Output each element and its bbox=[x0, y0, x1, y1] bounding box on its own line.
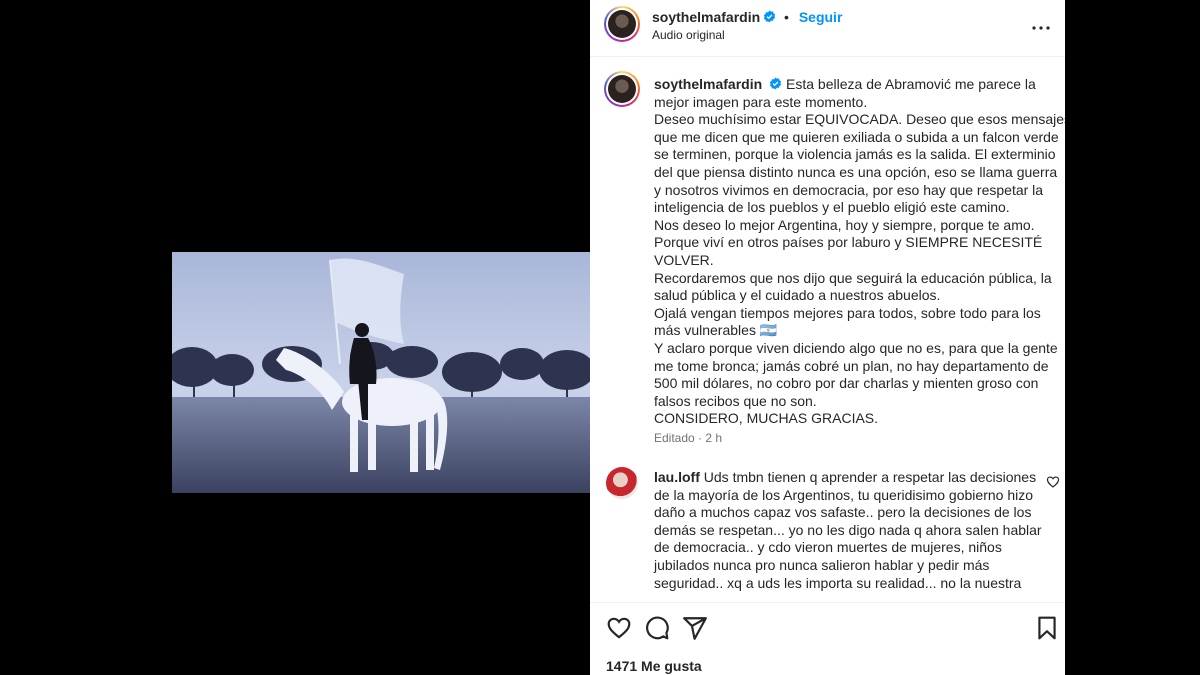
right-backdrop bbox=[1065, 0, 1200, 675]
media-area bbox=[0, 0, 590, 675]
caption-line: Porque viví en otros países por laburo y… bbox=[654, 234, 1043, 251]
caption-line: Nos deseo lo mejor Argentina, hoy y siem… bbox=[654, 216, 1035, 233]
comment-like-heart-icon[interactable] bbox=[1046, 475, 1060, 489]
caption-meta-edited-time: Editado · 2 h bbox=[654, 431, 723, 445]
caption-line: soythelmafardin Esta belleza de Abramovi… bbox=[654, 76, 1049, 94]
caption-username[interactable]: soythelmafardin bbox=[654, 76, 762, 92]
verified-badge-icon bbox=[764, 10, 776, 23]
caption-line: inteligencia de los pueblos y el pueblo … bbox=[654, 199, 1010, 216]
comment-line: daño a muchos capaz vos safaste.. pero l… bbox=[654, 504, 1032, 521]
author-username[interactable]: soythelmafardin bbox=[652, 9, 760, 25]
follow-button[interactable]: Seguir bbox=[799, 9, 843, 25]
caption-line: Deseo muchísimo estar EQUIVOCADA. Deseo … bbox=[654, 111, 1072, 128]
caption-line: y nosotros vivimos en democracia, por es… bbox=[654, 181, 1044, 198]
caption-line: que me dicen que me quieren exiliada o s… bbox=[654, 128, 1059, 145]
post-photo-woman-on-white-horse bbox=[172, 252, 590, 493]
caption-line: me tome bronca; jamás cobré un plan, no … bbox=[654, 357, 1049, 374]
caption-line: VOLVER. bbox=[654, 251, 714, 268]
post-caption: soythelmafardin Esta belleza de Abramovi… bbox=[654, 76, 1072, 428]
comment-line: lau.loff Uds tmbn tienen q aprender a re… bbox=[654, 469, 1037, 487]
caption-line: salud pública y el cuidado a nuestros ab… bbox=[654, 287, 941, 304]
post-actions-bar: 1471 Me gusta bbox=[590, 602, 1065, 675]
commenter-username[interactable]: lau.loff bbox=[654, 469, 700, 485]
caption-line: 500 mil dólares, no cobro por dar charla… bbox=[654, 375, 1039, 392]
commenter-avatar[interactable] bbox=[606, 467, 638, 499]
comment-line: de la mayoría de los Argentinos, tu quer… bbox=[654, 486, 1033, 503]
more-options-icon[interactable] bbox=[1029, 16, 1053, 40]
comment-line: seguridad.. xq a uds les importa su real… bbox=[654, 574, 1022, 591]
comment-line: demás se respetan... yo no les digo nada… bbox=[654, 521, 1042, 538]
caption-line: Ojalá vengan tiempos mejores para todos,… bbox=[654, 304, 1041, 321]
post-side-panel: soythelmafardin • Seguir Audio original … bbox=[590, 0, 1072, 675]
caption-line: Recordaremos que nos dijo que seguirá la… bbox=[654, 269, 1052, 286]
verified-badge-icon bbox=[770, 77, 782, 90]
send-icon[interactable] bbox=[682, 615, 708, 641]
bookmark-icon[interactable] bbox=[1034, 615, 1060, 641]
post-header: soythelmafardin • Seguir Audio original bbox=[590, 0, 1065, 57]
comment-line: de democracia.. y cdo vieron muertes de … bbox=[654, 539, 1002, 556]
comment-line: jubilados nunca pro nunca salieron habla… bbox=[654, 556, 990, 573]
likes-count[interactable]: 1471 Me gusta bbox=[606, 658, 702, 674]
caption-line: Y aclaro porque viven diciendo algo que … bbox=[654, 339, 1058, 356]
comment-icon[interactable] bbox=[644, 615, 670, 641]
separator-dot: • bbox=[784, 9, 789, 25]
caption-line: falsos recibos que no son. bbox=[654, 392, 817, 409]
comment: lau.loff Uds tmbn tienen q aprender a re… bbox=[654, 469, 1042, 592]
caption-line: CONSIDERO, MUCHAS GRACIAS. bbox=[654, 410, 879, 427]
post-image[interactable] bbox=[172, 252, 590, 493]
heart-icon[interactable] bbox=[606, 615, 632, 641]
caption-line: del que piensa distinto nunca es una opc… bbox=[654, 163, 1058, 180]
comment-text: Uds tmbn tienen q aprender a respetar la… bbox=[703, 469, 1037, 485]
header-user-row: soythelmafardin • Seguir bbox=[652, 9, 842, 25]
caption-author-avatar[interactable] bbox=[604, 71, 640, 107]
caption-line: se terminen, porque la violencia jamás e… bbox=[654, 146, 1056, 163]
audio-label[interactable]: Audio original bbox=[652, 28, 725, 42]
caption-line: mejor imagen para este momento. bbox=[654, 93, 868, 110]
author-avatar[interactable] bbox=[604, 6, 640, 42]
caption-line: más vulnerables 🇦🇷 bbox=[654, 322, 778, 339]
caption-text: Esta belleza de Abramović me parece la bbox=[786, 76, 1036, 92]
